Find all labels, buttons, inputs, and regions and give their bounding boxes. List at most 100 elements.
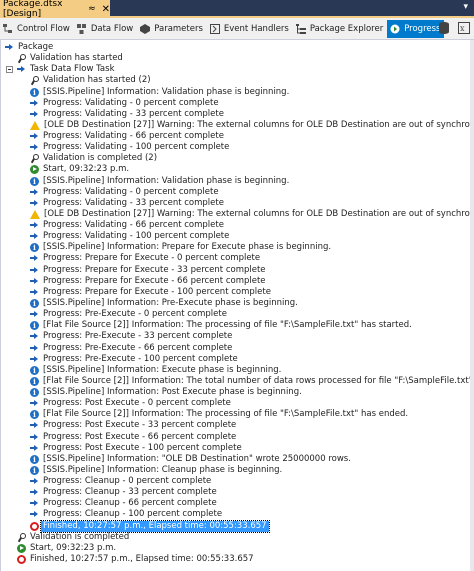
tree-row[interactable]: Progress: Validating - 0 percent complet… (30, 98, 221, 109)
tree-row[interactable]: [SSIS.Pipeline] Information: Cleanup pha… (30, 465, 284, 476)
variables-icon[interactable]: x (458, 21, 470, 35)
tree-row[interactable]: Progress: Validating - 33 percent comple… (30, 198, 226, 209)
tree-row-text: [SSIS.Pipeline] Information: Prepare for… (43, 242, 332, 253)
tab-progress[interactable]: Progress (387, 19, 445, 38)
progress-tree[interactable]: Package Validation has started Task Data F… (0, 40, 471, 571)
tree-row[interactable]: [SSIS.Pipeline] Information: Validation … (30, 176, 291, 187)
tree-row[interactable]: Progress: Cleanup - 33 percent complete (30, 487, 219, 498)
tree-row[interactable]: Validation has started (2) (30, 75, 153, 86)
progress-arrow-icon (30, 199, 39, 208)
tab-package-explorer[interactable]: Package Explorer (293, 20, 387, 38)
tree-row-text: Task Data Flow Task (30, 64, 115, 75)
tree-row[interactable]: Progress: Cleanup - 66 percent complete (30, 498, 219, 509)
tree-row-text: Progress: Validating - 0 percent complet… (43, 186, 219, 197)
tree-row[interactable]: Finished, 10:27:57 p.m., Elapsed time: 0… (30, 519, 270, 533)
start-icon (17, 543, 26, 553)
tree-row[interactable]: Progress: Validating - 100 percent compl… (30, 142, 231, 153)
tree-row[interactable]: Progress: Validating - 33 percent comple… (30, 109, 226, 120)
tree-row[interactable]: Progress: Prepare for Execute - 66 perce… (30, 276, 268, 287)
tree-row-text: Progress: Pre-Execute - 66 percent compl… (43, 342, 233, 353)
tab-parameters[interactable]: Parameters (137, 20, 207, 38)
tree-row[interactable]: [OLE DB Destination [27]] Warning: The e… (30, 120, 471, 131)
tree-row-text: [OLE DB Destination [27]] Warning: The e… (44, 208, 471, 219)
tree-row[interactable]: Validation is completed (2) (30, 153, 159, 164)
info-icon (30, 87, 39, 98)
tree-row[interactable]: Progress: Post Execute - 0 percent compl… (30, 398, 233, 409)
tree-row[interactable]: Finished, 10:27:57 p.m., Elapsed time: 0… (17, 554, 256, 565)
warning-icon (30, 209, 40, 219)
tree-row[interactable]: Progress: Prepare for Execute - 0 percen… (30, 253, 262, 264)
info-icon (30, 176, 39, 187)
tree-row[interactable]: Progress: Post Execute - 33 percent comp… (30, 420, 238, 431)
tree-row[interactable]: Progress: Validating - 66 percent comple… (30, 131, 226, 142)
database-icon[interactable] (438, 21, 450, 35)
tree-row[interactable]: Progress: Post Execute - 100 percent com… (30, 443, 244, 454)
tree-row[interactable]: [SSIS.Pipeline] Information: Validation … (30, 87, 291, 98)
tree-row-text: [SSIS.Pipeline] Information: Validation … (43, 175, 290, 186)
tree-row[interactable]: [SSIS.Pipeline] Information: Prepare for… (30, 242, 333, 253)
tree-row[interactable]: [SSIS.Pipeline] Information: Execute pha… (30, 365, 283, 376)
tree-row[interactable]: [OLE DB Destination [27]] Warning: The e… (30, 209, 471, 220)
tree-row[interactable]: [Flat File Source [2]] Information: The … (30, 320, 414, 331)
tree-row-text: [OLE DB Destination [27]] Warning: The e… (44, 119, 471, 130)
progress-arrow-icon (30, 232, 39, 241)
tree-row[interactable]: Progress: Pre-Execute - 66 percent compl… (30, 343, 234, 354)
tree-row[interactable]: Progress: Cleanup - 0 percent complete (30, 476, 213, 487)
tree-row[interactable]: Progress: Prepare for Execute - 33 perce… (30, 265, 268, 276)
tree-row-text: [Flat File Source [2]] Information: The … (43, 409, 409, 420)
vertical-scrollbar[interactable] (470, 40, 474, 571)
tree-row[interactable]: Progress: Pre-Execute - 0 percent comple… (30, 309, 229, 320)
validation-icon (30, 76, 39, 85)
tree-row[interactable]: Progress: Prepare for Execute - 100 perc… (30, 287, 273, 298)
tab-overflow-icon[interactable]: ▾ (463, 2, 468, 12)
tree-row-text: Progress: Cleanup - 66 percent complete (43, 498, 217, 509)
designer-tab-toolbar: Control Flow Data Flow Parameters Event … (0, 18, 474, 40)
tree-row[interactable]: [Flat File Source [2]] Information: The … (30, 376, 471, 387)
progress-arrow-icon (30, 254, 39, 263)
tree-row[interactable]: Progress: Validating - 0 percent complet… (30, 187, 221, 198)
collapse-toggle-icon[interactable] (6, 66, 13, 74)
tree-row-text: Validation has started (2) (43, 75, 151, 86)
tree-row[interactable]: Validation has started (17, 53, 125, 64)
tree-row[interactable]: [SSIS.Pipeline] Information: Pre-Execute… (30, 298, 300, 309)
tree-row[interactable]: [Flat File Source [2]] Information: The … (30, 409, 410, 420)
progress-arrow-icon (17, 65, 26, 74)
toolbar-right-icons: x (438, 21, 470, 35)
close-icon[interactable]: ✕ (102, 4, 110, 15)
pin-icon[interactable]: ≈ (88, 4, 96, 14)
tree-row-text: Progress: Post Execute - 0 percent compl… (43, 398, 231, 409)
progress-arrow-icon (30, 488, 39, 497)
tree-row[interactable]: Package (0, 42, 55, 53)
tree-row[interactable]: Progress: Cleanup - 100 percent complete (30, 509, 224, 520)
tree-row-text: Progress: Pre-Execute - 33 percent compl… (43, 331, 233, 342)
tree-row-text: Validation is completed (2) (43, 153, 158, 164)
tree-row[interactable]: Validation is completed (17, 532, 131, 543)
progress-arrow-icon (30, 332, 39, 341)
progress-arrow-icon (5, 43, 14, 52)
validation-icon (30, 154, 39, 163)
info-icon (30, 365, 39, 376)
tree-row[interactable]: Progress: Pre-Execute - 33 percent compl… (30, 331, 234, 342)
collapse-toggle-icon[interactable] (0, 44, 1, 51)
tree-row-text: Finished, 10:27:57 p.m., Elapsed time: 0… (30, 553, 254, 564)
tree-row[interactable]: Task Data Flow Task (6, 64, 117, 75)
document-tab-title: Package.dtsx [Design] (3, 0, 63, 19)
start-icon (30, 165, 39, 175)
tab-data-flow[interactable]: Data Flow (74, 20, 137, 38)
tree-row-text: Progress: Pre-Execute - 100 percent comp… (43, 353, 238, 364)
tree-row-text: Progress: Cleanup - 33 percent complete (43, 487, 217, 498)
tree-row[interactable]: Progress: Validating - 100 percent compl… (30, 231, 231, 242)
tab-event-handlers[interactable]: Event Handlers (207, 20, 293, 38)
tree-row-text: Progress: Validating - 33 percent comple… (43, 108, 224, 119)
tree-row[interactable]: Start, 09:32:23 p.m. (30, 164, 131, 175)
progress-arrow-icon (30, 277, 39, 286)
tree-row[interactable]: Start, 09:32:23 p.m. (17, 543, 118, 554)
tree-row[interactable]: Progress: Pre-Execute - 100 percent comp… (30, 354, 240, 365)
tree-row-text: Progress: Post Execute - 100 percent com… (43, 442, 242, 453)
document-tab[interactable]: Package.dtsx [Design] ≈ ✕ (0, 0, 110, 19)
tree-row[interactable]: [SSIS.Pipeline] Information: Post Execut… (30, 387, 304, 398)
tree-row[interactable]: Progress: Post Execute - 66 percent comp… (30, 432, 238, 443)
tree-row[interactable]: Progress: Validating - 66 percent comple… (30, 220, 226, 231)
tab-control-flow[interactable]: Control Flow (0, 20, 74, 38)
tree-row[interactable]: [SSIS.Pipeline] Information: "OLE DB Des… (30, 454, 353, 465)
